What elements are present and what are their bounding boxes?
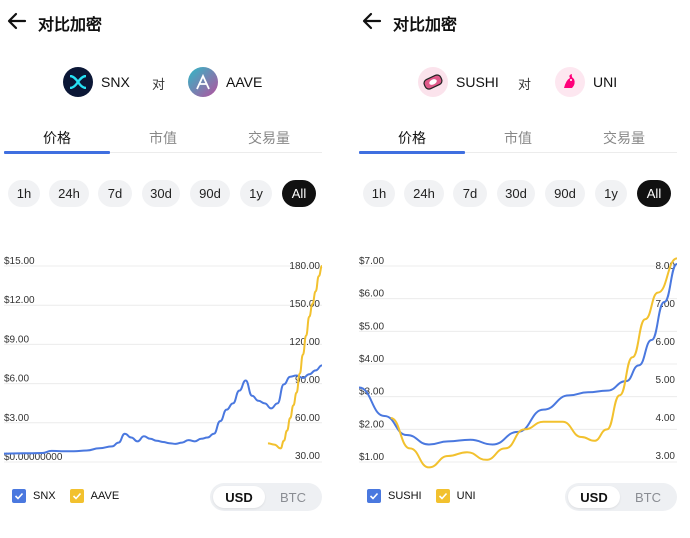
- currency-toggle: USD BTC: [210, 483, 322, 511]
- y-tick-left: $1.00: [359, 452, 384, 463]
- y-tick-left: $12.00: [4, 295, 35, 306]
- period-90d[interactable]: 90d: [190, 180, 230, 207]
- y-tick-right: 3.00: [656, 451, 676, 462]
- y-tick-right: 180.00: [289, 261, 320, 272]
- check-icon: [14, 492, 24, 500]
- y-tick-left: $6.00: [359, 289, 384, 300]
- period-7d[interactable]: 7d: [98, 180, 132, 207]
- period-30d[interactable]: 30d: [497, 180, 535, 207]
- currency-toggle: USD BTC: [565, 483, 677, 511]
- period-90d[interactable]: 90d: [545, 180, 585, 207]
- y-tick-left: $7.00: [359, 256, 384, 267]
- legend: SNX AAVE: [12, 486, 133, 506]
- y-tick-right: 60.00: [295, 413, 320, 424]
- compare-panel-right: 对比加密 SUSHI 对 UNI 价格 市值 交易量 1h 24h 7d 30d…: [355, 0, 690, 538]
- y-tick-right: 4.00: [656, 413, 676, 424]
- series-line-sushi: [358, 263, 678, 446]
- period-all[interactable]: All: [282, 180, 316, 207]
- vs-label: 对: [518, 78, 532, 93]
- uni-logo-icon: [555, 67, 585, 97]
- price-chart-svg: $15.00$12.00$9.00$6.00$3.00$0.0000000018…: [3, 256, 323, 463]
- metric-tabs: 价格 市值 交易量: [4, 120, 322, 154]
- y-tick-left: $5.00: [359, 321, 384, 332]
- y-tick-left: $2.00: [359, 419, 384, 430]
- period-selector: 1h 24h 7d 30d 90d 1y All: [363, 180, 683, 208]
- coin-a[interactable]: SNX: [63, 66, 130, 98]
- arrow-left-icon[interactable]: [361, 10, 383, 32]
- tab-price[interactable]: 价格: [4, 128, 110, 148]
- coin-compare-row: SUSHI 对 UNI: [355, 66, 685, 100]
- sushi-logo-icon: [418, 67, 448, 97]
- currency-btc-button[interactable]: BTC: [267, 486, 319, 508]
- series-line-snx: [3, 364, 323, 455]
- legend-label-b: AAVE: [90, 490, 120, 502]
- period-30d[interactable]: 30d: [142, 180, 180, 207]
- y-tick-right: 5.00: [656, 375, 676, 386]
- currency-usd-button[interactable]: USD: [568, 486, 620, 508]
- header: 对比加密: [0, 8, 330, 36]
- tab-market-cap[interactable]: 市值: [465, 128, 571, 148]
- checkbox-series-b[interactable]: [435, 489, 450, 503]
- legend-label-a: SUSHI: [388, 490, 422, 502]
- coin-compare-row: SNX 对 AAVE: [0, 66, 330, 100]
- coin-b[interactable]: AAVE: [188, 66, 262, 98]
- coin-a-name: SNX: [101, 74, 130, 90]
- header: 对比加密: [355, 8, 685, 36]
- series-line-uni: [390, 257, 678, 469]
- coin-a[interactable]: SUSHI: [418, 66, 499, 98]
- compare-panel-left: 对比加密 SNX 对 AAVE 价格 市值 交易量 1h 24h 7d 30d …: [0, 0, 345, 538]
- y-tick-right: 30.00: [295, 451, 320, 462]
- arrow-left-icon[interactable]: [6, 10, 28, 32]
- legend-label-b: UNI: [456, 490, 476, 502]
- y-tick-right: 150.00: [289, 299, 320, 310]
- checkbox-series-b[interactable]: [69, 489, 84, 503]
- period-1h[interactable]: 1h: [8, 180, 40, 207]
- y-tick-left: $3.00: [4, 413, 29, 424]
- tab-active-indicator: [4, 151, 110, 154]
- checkbox-series-a[interactable]: [12, 489, 26, 503]
- check-icon: [438, 492, 447, 500]
- check-icon: [369, 492, 379, 500]
- legend-label-a: SNX: [33, 490, 56, 502]
- price-chart: $7.00 $6.00 $5.00 $4.00 $3.00 $2.00 $1.00 8.00 7…: [355, 246, 685, 472]
- y-tick-left: $15.00: [4, 256, 35, 267]
- period-all[interactable]: All: [637, 180, 671, 207]
- period-1y[interactable]: 1y: [240, 180, 272, 207]
- period-selector: 1h 24h 7d 30d 90d 1y All: [8, 180, 328, 208]
- vs-label: 对: [152, 78, 166, 93]
- coin-a-name: SUSHI: [456, 74, 499, 90]
- period-24h[interactable]: 24h: [49, 180, 89, 207]
- check-icon: [72, 492, 81, 500]
- page-title: 对比加密: [38, 15, 103, 34]
- period-24h[interactable]: 24h: [404, 180, 444, 207]
- coin-b[interactable]: UNI: [555, 66, 617, 98]
- period-1y[interactable]: 1y: [595, 180, 627, 207]
- y-tick-left: $9.00: [4, 334, 29, 345]
- currency-btc-button[interactable]: BTC: [622, 486, 674, 508]
- tab-volume[interactable]: 交易量: [216, 128, 322, 148]
- legend: SUSHI UNI: [367, 486, 490, 506]
- tab-price[interactable]: 价格: [359, 128, 465, 148]
- checkbox-series-a[interactable]: [367, 489, 381, 503]
- currency-usd-button[interactable]: USD: [213, 486, 265, 508]
- page-title: 对比加密: [393, 15, 458, 34]
- metric-tabs: 价格 市值 交易量: [359, 120, 677, 154]
- tab-active-indicator: [359, 151, 465, 154]
- period-7d[interactable]: 7d: [453, 180, 487, 207]
- tab-market-cap[interactable]: 市值: [110, 128, 216, 148]
- tab-volume[interactable]: 交易量: [571, 128, 677, 148]
- y-tick-right: 6.00: [656, 337, 676, 348]
- price-chart-svg: $7.00$6.00$5.00$4.00$3.00$2.00$1.008.007…: [358, 256, 678, 469]
- aave-logo-icon: [188, 67, 218, 97]
- price-chart: $15.00 $12.00 $9.00 $6.00 $3.00 $0.00000000 18…: [0, 246, 330, 472]
- period-1h[interactable]: 1h: [363, 180, 395, 207]
- y-tick-left: $6.00: [4, 374, 29, 385]
- coin-b-name: AAVE: [226, 74, 263, 90]
- y-tick-left: $4.00: [359, 354, 384, 365]
- snx-logo-icon: [63, 67, 93, 97]
- coin-b-name: UNI: [593, 74, 618, 90]
